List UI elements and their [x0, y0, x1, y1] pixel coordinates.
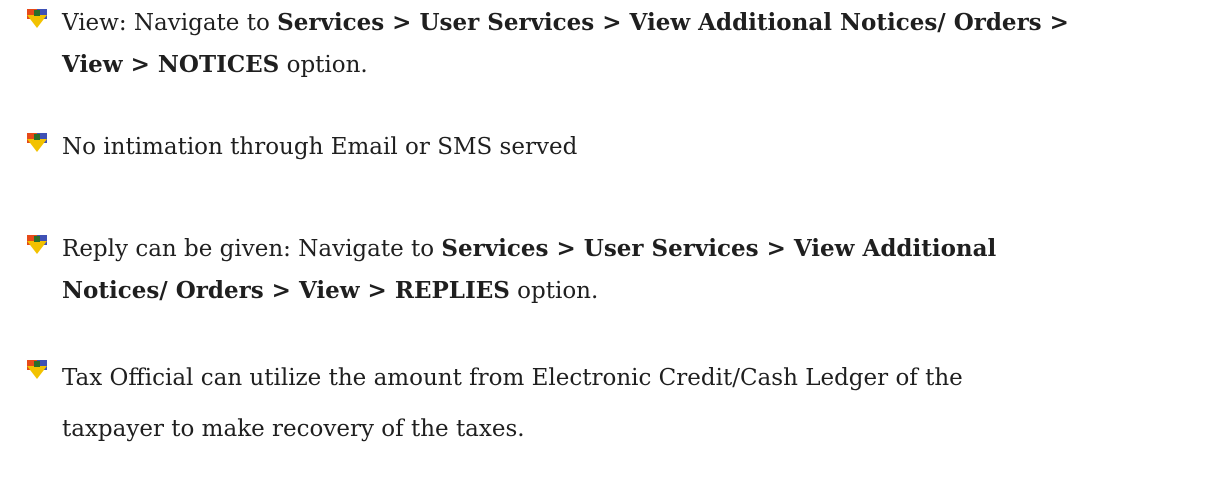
bullet-item-tax-official: Tax Official can utilize the amount from… — [24, 353, 1214, 455]
line-1: View: Navigate to Services > User Servic… — [62, 2, 1069, 44]
line-1: Tax Official can utilize the amount from… — [62, 365, 963, 391]
bullet-prefix: Reply can be given: Navigate to — [62, 236, 442, 262]
line-2: taxpayer to make recovery of the taxes. — [62, 416, 525, 442]
down-arrow-bullet-icon — [27, 9, 47, 28]
bullet-suffix: option. — [279, 52, 368, 78]
bullet-text: View: Navigate to Services > User Servic… — [62, 2, 1069, 86]
bullet-item-no-intimation: No intimation through Email or SMS serve… — [24, 126, 1214, 168]
bullet-text: No intimation through Email or SMS serve… — [62, 134, 578, 160]
down-arrow-bullet-icon — [27, 235, 47, 254]
navigation-path-part-1: Services > User Services > View Addition… — [277, 9, 1069, 36]
bullet-item-reply: Reply can be given: Navigate to Services… — [24, 228, 1214, 312]
line-2: View > NOTICES option. — [62, 44, 1069, 86]
line-1: Reply can be given: Navigate to Services… — [62, 228, 996, 270]
down-arrow-bullet-icon — [27, 360, 47, 379]
bullet-item-view: View: Navigate to Services > User Servic… — [24, 2, 1214, 86]
bullet-text: Reply can be given: Navigate to Services… — [62, 228, 996, 312]
navigation-path-part-2: Notices/ Orders > View > REPLIES — [62, 277, 510, 304]
bullet-suffix: option. — [509, 278, 599, 304]
navigation-path-part-2: View > NOTICES — [62, 51, 280, 78]
bullet-text: Tax Official can utilize the amount from… — [62, 353, 963, 455]
bullet-prefix: View: Navigate to — [62, 10, 278, 36]
navigation-path-part-1: Services > User Services > View Addition… — [441, 235, 997, 262]
down-arrow-bullet-icon — [27, 133, 47, 152]
line-2: Notices/ Orders > View > REPLIES option. — [62, 270, 996, 312]
